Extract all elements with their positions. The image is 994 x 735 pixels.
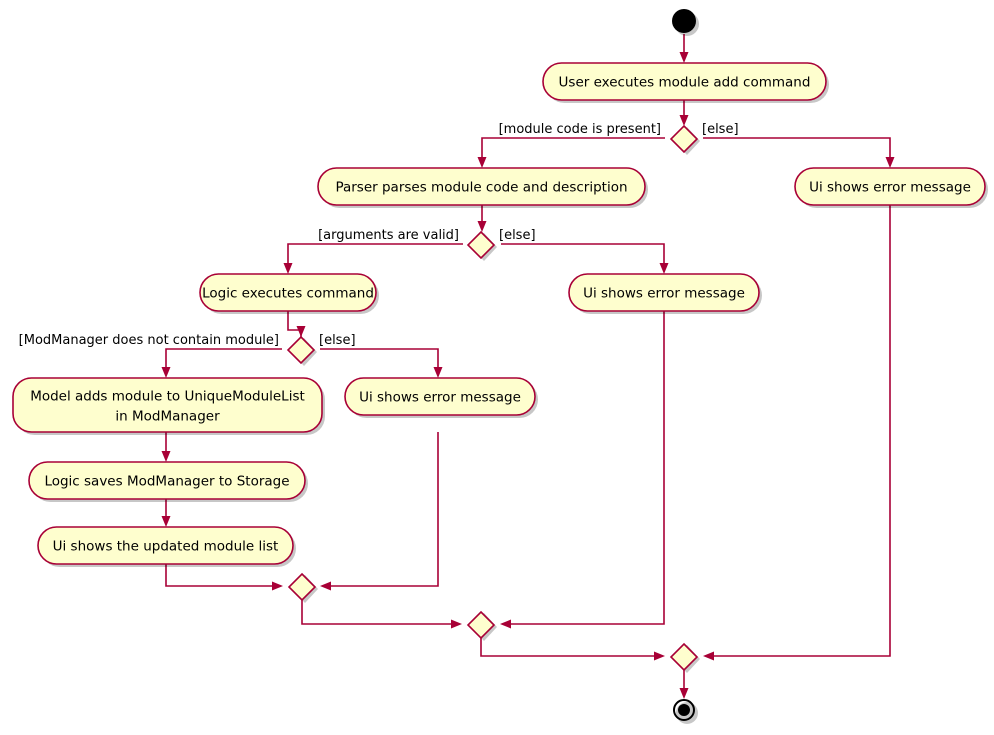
merge-node-2 xyxy=(466,610,497,641)
arrowhead-m1-m2 xyxy=(451,619,462,629)
activity-ui-shows-error-message-middle[interactable]: Ui shows error message xyxy=(344,377,538,418)
start-node xyxy=(672,9,699,36)
activity-logic-saves-modmanager-to-storage[interactable]: Logic saves ModManager to Storage xyxy=(28,461,308,502)
guard-label-arguments-else: [else] xyxy=(499,228,536,243)
end-node xyxy=(673,699,698,724)
merge-node-1 xyxy=(287,572,318,603)
arrowhead-d1-else xyxy=(885,157,895,168)
guard-label-arguments-are-valid: [arguments are valid] xyxy=(318,228,459,243)
guard-label-modmanager-else: [else] xyxy=(319,333,356,348)
arrowhead-a2-d2 xyxy=(477,221,487,232)
arrowhead-a6-a8 xyxy=(161,451,171,462)
activity-label-line1: Model adds module to UniqueModuleList xyxy=(30,389,305,405)
activity-ui-shows-the-updated-module-list[interactable]: Ui shows the updated module list xyxy=(37,526,296,567)
activity-label: Ui shows the updated module list xyxy=(53,539,279,555)
edge-d3-else xyxy=(320,348,439,371)
edge-a4-to-d3 xyxy=(287,311,302,337)
edge-a5-to-m2 xyxy=(507,311,665,625)
arrowhead-d2-yes xyxy=(283,263,293,274)
activity-label: Logic executes command xyxy=(202,286,374,302)
guard-label-module-code-present: [module code is present] xyxy=(499,122,661,137)
arrowhead-d2-else xyxy=(659,263,669,274)
edge-m2-to-m3 xyxy=(480,636,658,657)
arrowhead-a8-a9 xyxy=(161,516,171,527)
arrowhead-a5-m2 xyxy=(500,619,511,629)
activity-parser-parses-module-code-and-description[interactable]: Parser parses module code and descriptio… xyxy=(317,167,648,208)
activity-label: User executes module add command xyxy=(559,75,811,91)
edge-d2-else xyxy=(501,243,665,267)
decision-module-code-present[interactable] xyxy=(669,124,700,155)
guard-label-module-code-else: [else] xyxy=(702,122,739,137)
arrowhead-a7-m1 xyxy=(320,581,331,591)
arrowhead-m3-end xyxy=(679,688,689,699)
edge-d1-else xyxy=(703,137,891,161)
activity-label: Logic saves ModManager to Storage xyxy=(44,474,289,490)
activity-diagram-canvas: User executes module add command [module… xyxy=(12,9,988,724)
edge-a3-to-m3 xyxy=(710,205,891,657)
activity-model-adds-module-to-uniquemodulelist[interactable]: Model adds module to UniqueModuleList in… xyxy=(12,377,325,435)
arrowhead-m2-m3 xyxy=(654,651,665,661)
arrowhead-start-a1 xyxy=(679,52,689,63)
guard-label-modmanager-not-contain: [ModManager does not contain module] xyxy=(19,333,279,348)
arrowhead-d3-else xyxy=(433,367,443,378)
arrowhead-d1-yes xyxy=(477,157,487,168)
activity-ui-shows-error-message-top-right[interactable]: Ui shows error message xyxy=(794,167,988,208)
edge-d2-yes xyxy=(287,243,463,267)
arrowhead-d3-yes xyxy=(161,367,171,378)
decision-modmanager-does-not-contain-module[interactable] xyxy=(286,335,317,366)
edge-d1-yes xyxy=(481,137,665,161)
edge-a7-to-m1 xyxy=(327,432,439,587)
activity-user-executes-module-add-command[interactable]: User executes module add command xyxy=(542,62,829,103)
activity-label: Parser parses module code and descriptio… xyxy=(335,180,627,196)
merge-node-3 xyxy=(669,642,700,673)
arrowhead-a9-m1 xyxy=(272,581,283,591)
activity-label: Ui shows error message xyxy=(359,390,521,406)
edge-m1-to-m2 xyxy=(301,598,455,625)
arrowhead-a4-d3 xyxy=(296,326,306,337)
edge-d3-yes xyxy=(165,348,282,371)
arrowhead-a1-d1 xyxy=(679,115,689,126)
activity-label-line2: in ModManager xyxy=(115,409,220,425)
edge-a9-to-m1 xyxy=(165,564,276,587)
activity-label: Ui shows error message xyxy=(809,180,971,196)
activity-ui-shows-error-message-middle-right[interactable]: Ui shows error message xyxy=(568,273,762,314)
activity-logic-executes-command[interactable]: Logic executes command xyxy=(199,273,379,314)
decision-arguments-are-valid[interactable] xyxy=(466,230,497,261)
activity-label: Ui shows error message xyxy=(583,286,745,302)
arrowhead-a3-m3 xyxy=(703,651,714,661)
